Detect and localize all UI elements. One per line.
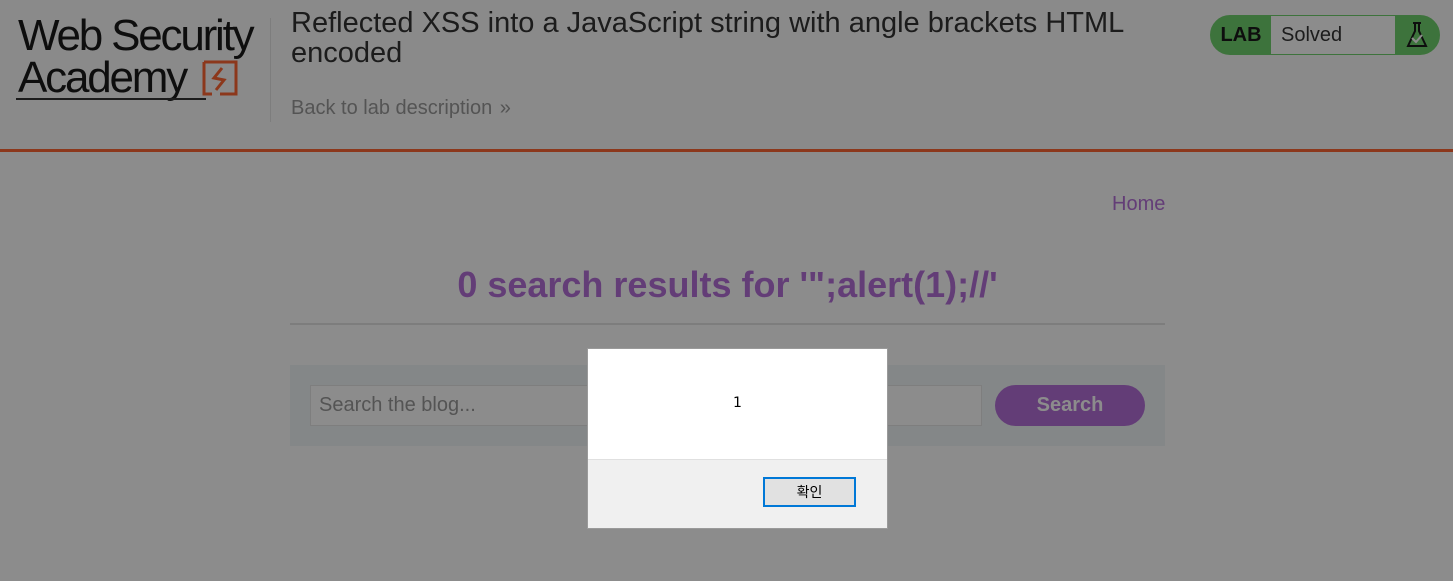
alert-message: 1	[733, 395, 742, 411]
alert-dialog-footer: 확인	[588, 459, 887, 528]
alert-dialog-body: 1	[588, 349, 887, 459]
alert-ok-button[interactable]: 확인	[763, 477, 856, 507]
alert-dialog: 1 확인	[587, 348, 888, 529]
